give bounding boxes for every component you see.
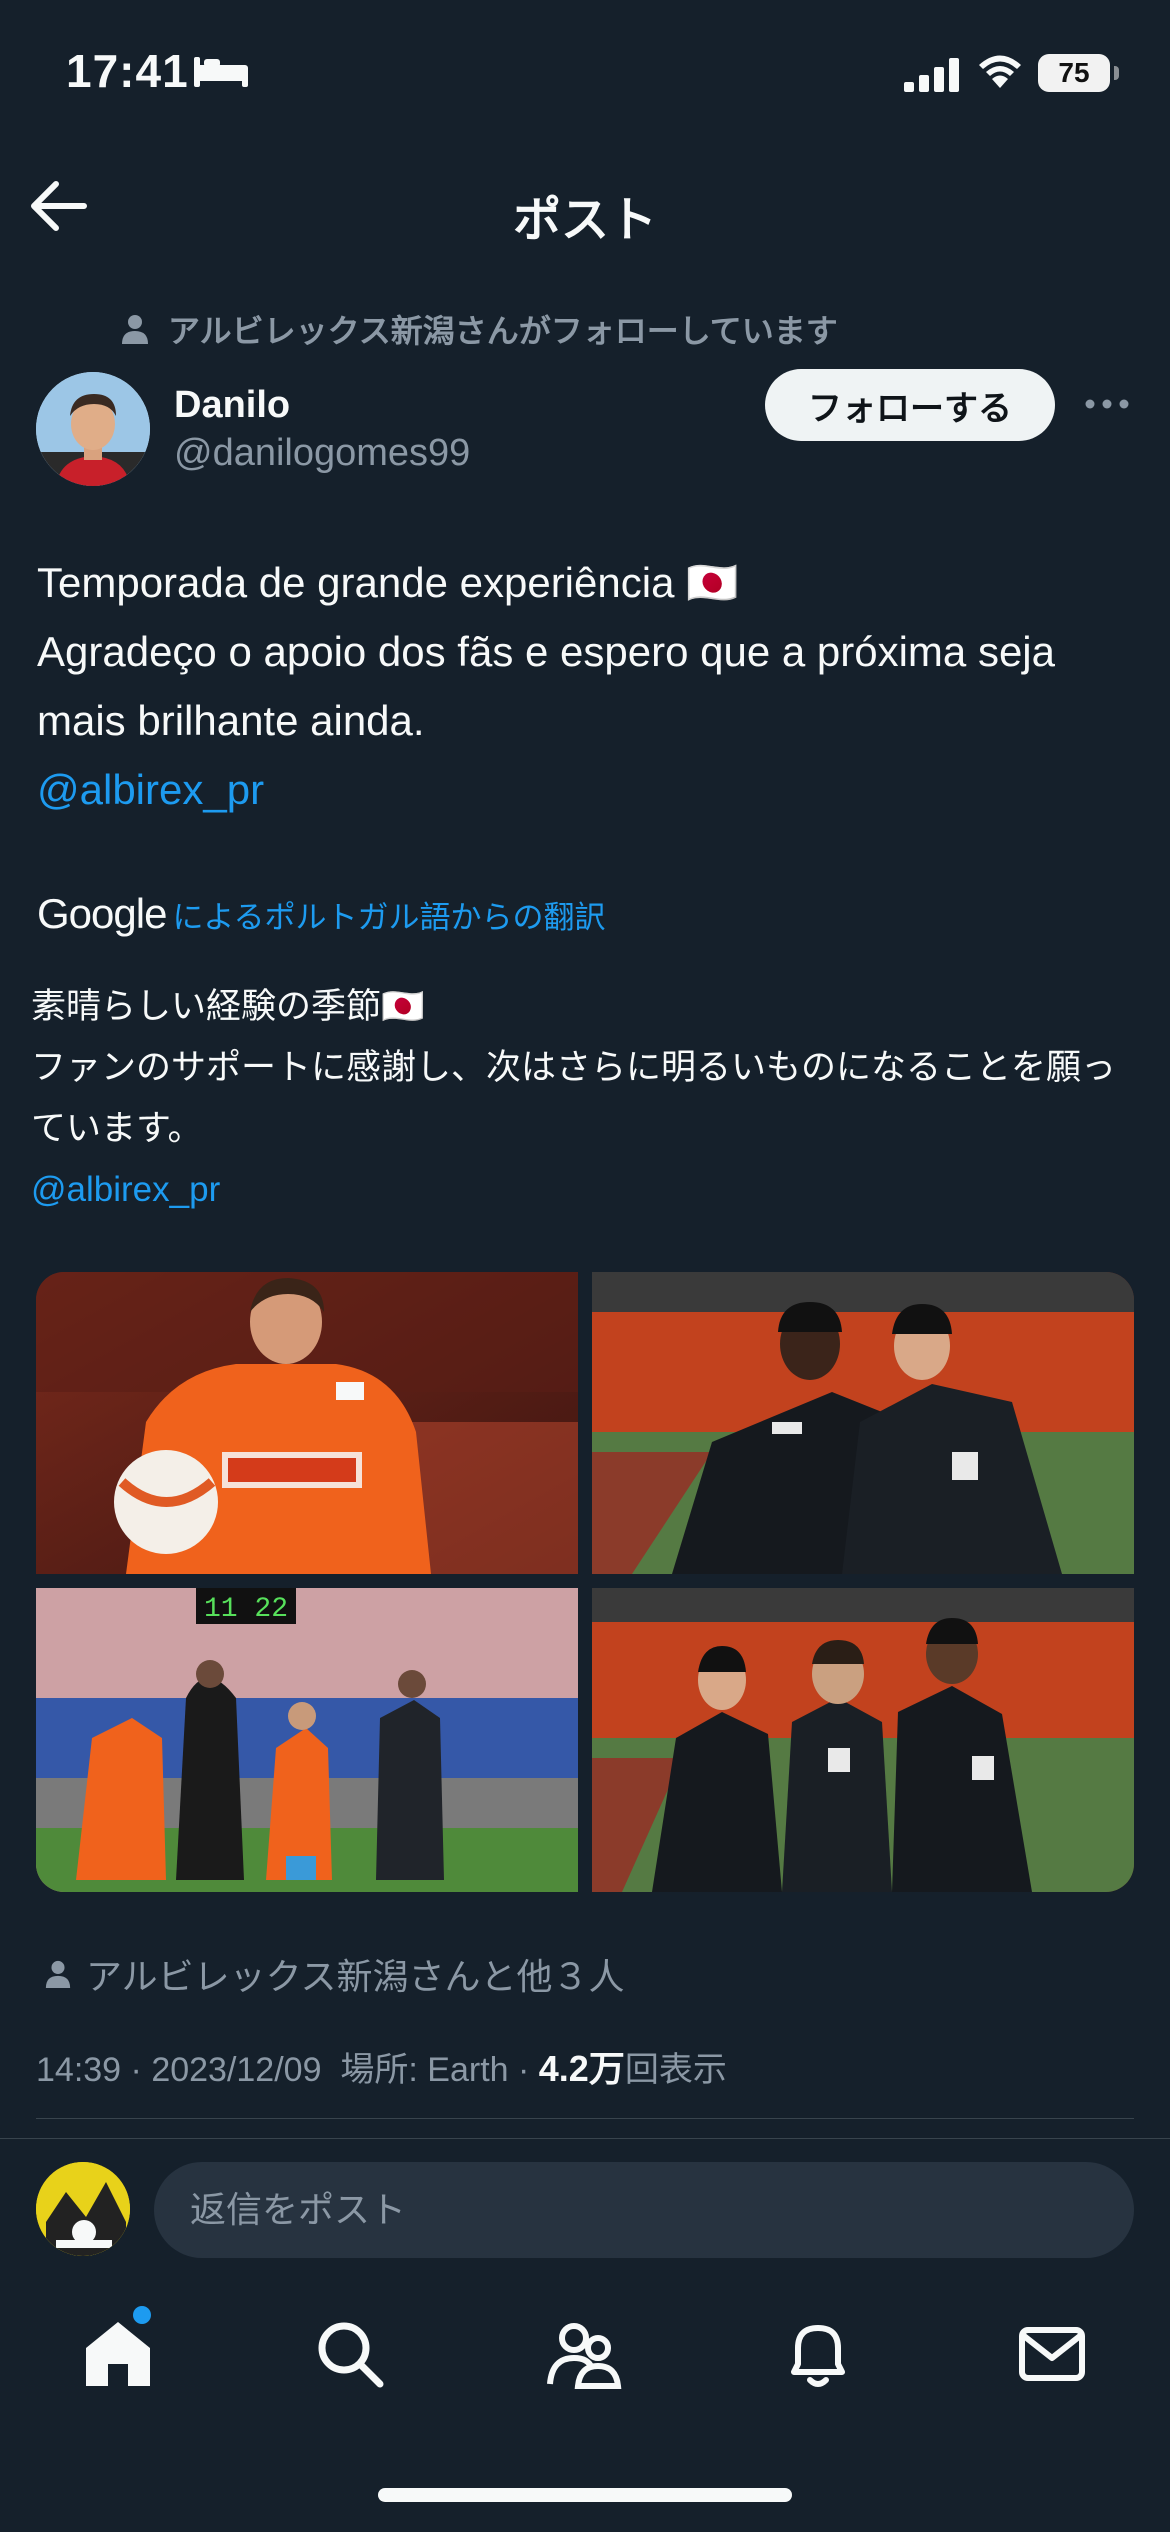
author-handle[interactable]: @danilogomes99 xyxy=(174,432,470,475)
tweet-line-2: Agradeço o apoio dos fãs e espero que a … xyxy=(37,628,1055,744)
battery-level: 75 xyxy=(1058,57,1090,88)
translation-mention-link[interactable]: @albirex_pr xyxy=(31,1159,1141,1220)
communities-icon xyxy=(547,2323,622,2389)
mail-icon xyxy=(1019,2327,1085,2381)
author-name[interactable]: Danilo xyxy=(174,384,290,427)
reply-input[interactable] xyxy=(154,2162,1134,2258)
divider xyxy=(0,2138,1170,2139)
tweet-location: 場所: Earth xyxy=(340,2051,509,2089)
liked-by-context[interactable]: アルビレックス新潟さんと他３人 xyxy=(44,1948,625,2000)
translation-line-1: 素晴らしい経験の季節🇯🇵 xyxy=(31,987,425,1026)
photo-player-orange-jersey[interactable] xyxy=(36,1272,578,1574)
follow-button[interactable]: フォローする xyxy=(765,369,1055,441)
home-indicator[interactable] xyxy=(378,2488,792,2502)
cellular-signal-icon xyxy=(904,58,960,97)
liked-by-text: アルビレックス新潟さんと他３人 xyxy=(86,1956,625,1997)
tweet-text: Temporada de grande experiência 🇯🇵 Agrad… xyxy=(37,548,1147,824)
sleep-focus-icon xyxy=(192,55,250,94)
current-user-avatar[interactable] xyxy=(36,2162,130,2256)
translated-text: 素晴らしい経験の季節🇯🇵 ファンのサポートに感謝し、次はさらに明るいものになるこ… xyxy=(31,976,1141,1220)
photo-substitution-board[interactable]: 11 22 xyxy=(36,1588,578,1892)
tweet-time: 14:39 xyxy=(36,2051,122,2089)
search-icon xyxy=(318,2322,384,2388)
tweet-line-1: Temporada de grande experiência 🇯🇵 xyxy=(37,559,739,606)
meta-separator: · xyxy=(121,2051,152,2089)
followed-by-text: アルビレックス新潟さんがフォローしています xyxy=(168,313,838,349)
tab-search[interactable] xyxy=(310,2314,390,2394)
author-avatar[interactable] xyxy=(36,372,150,486)
translation-link[interactable]: によるポルトガル語からの翻訳 xyxy=(172,892,605,937)
translation-attribution[interactable]: Google によるポルトガル語からの翻訳 xyxy=(37,890,606,938)
tweet-date: 2023/12/09 xyxy=(151,2051,322,2089)
tweet-metadata: 14:39 · 2023/12/09 場所: Earth · 4.2万回表示 xyxy=(36,2040,727,2092)
sub-board-number: 11 22 xyxy=(204,1594,288,1625)
tab-notifications[interactable] xyxy=(778,2314,858,2394)
page-title: ポスト xyxy=(512,194,657,247)
google-logo: Google xyxy=(37,890,167,937)
meta-separator: · xyxy=(508,2051,539,2089)
media-grid: 11 22 xyxy=(36,1272,1134,1892)
person-icon xyxy=(122,315,148,344)
bell-icon xyxy=(791,2325,845,2387)
translation-line-2: ファンのサポートに感謝し、次はさらに明るいものになることを願っています。 xyxy=(31,1048,1117,1148)
more-icon xyxy=(1085,399,1129,409)
divider xyxy=(36,2118,1134,2119)
photo-two-players-stadium[interactable] xyxy=(592,1272,1134,1574)
notification-dot xyxy=(133,2306,151,2324)
tab-messages[interactable] xyxy=(1012,2314,1092,2394)
photo-three-players-stadium[interactable] xyxy=(592,1588,1134,1892)
person-icon xyxy=(45,1960,71,1988)
view-label[interactable]: 回表示 xyxy=(625,2051,727,2089)
tweet-mention-link[interactable]: @albirex_pr xyxy=(37,755,1147,824)
tab-communities[interactable] xyxy=(544,2314,624,2394)
more-options-button[interactable] xyxy=(1082,384,1132,424)
tab-home[interactable] xyxy=(78,2314,158,2394)
status-time: 17:41 xyxy=(66,45,189,97)
social-context: アルビレックス新潟さんがフォローしています xyxy=(120,306,838,352)
home-icon xyxy=(86,2322,150,2386)
view-count[interactable]: 4.2万 xyxy=(539,2048,625,2089)
battery-icon: 75 xyxy=(1038,54,1119,92)
wifi-icon xyxy=(978,52,1022,95)
